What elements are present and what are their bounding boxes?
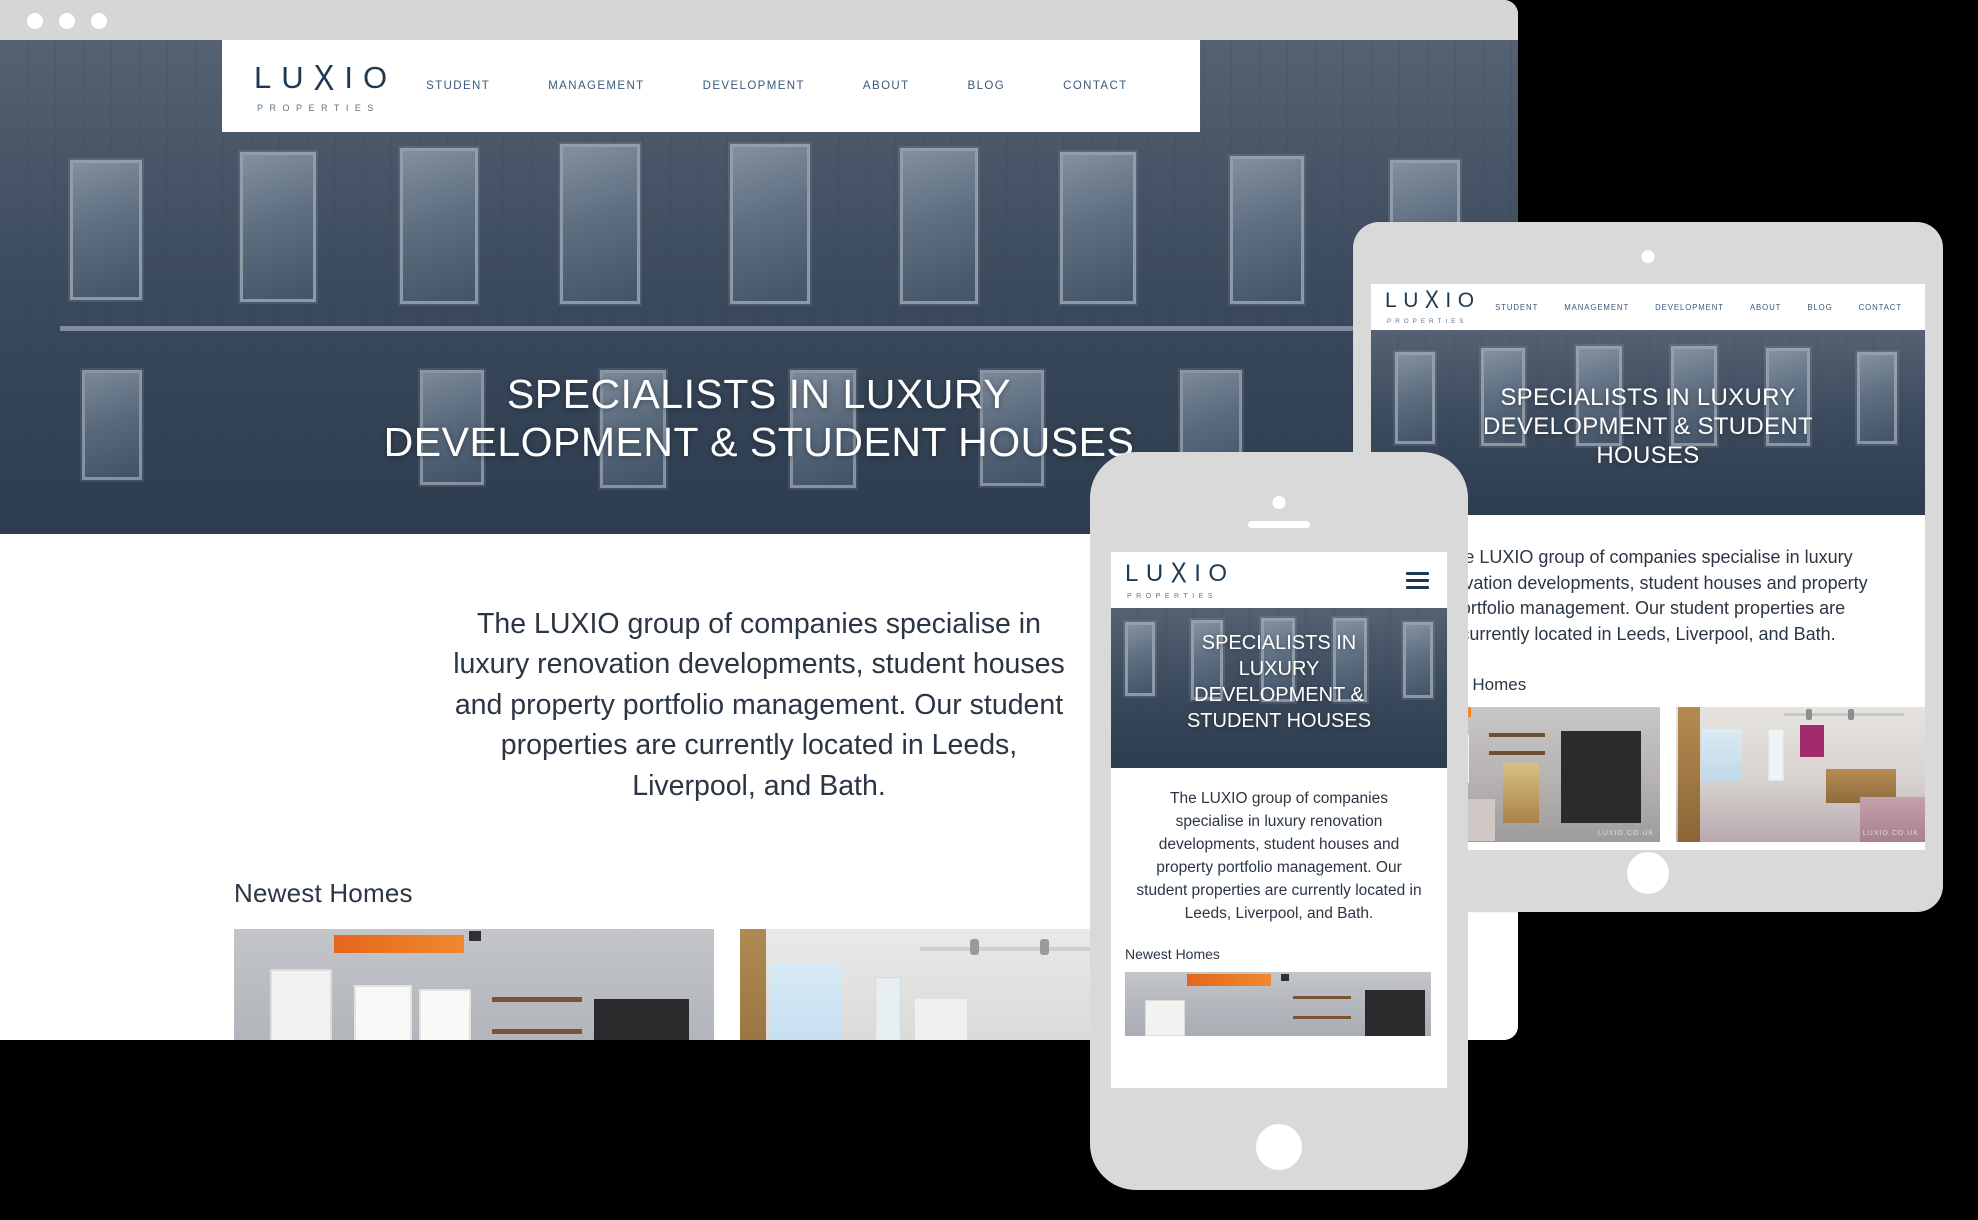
phone-camera: [1272, 496, 1286, 509]
phone-hero-headline-line-3: DEVELOPMENT &: [1194, 684, 1364, 706]
window-close-dot[interactable]: [27, 13, 43, 29]
phone-logo[interactable]: LUXIO PROPERTIES: [1125, 557, 1245, 600]
tablet-nav-item-contact[interactable]: CONTACT: [1846, 303, 1915, 312]
logo-letter-l: L: [1385, 289, 1404, 312]
tablet-main-navigation: STUDENT MANAGEMENT DEVELOPMENT ABOUT BLO…: [1482, 303, 1925, 312]
phone-intro-paragraph: The LUXIO group of companies specialise …: [1136, 790, 1422, 922]
hamburger-bar: [1406, 585, 1429, 589]
nav-item-about[interactable]: ABOUT: [834, 80, 939, 92]
logo-letter-u: U: [281, 59, 314, 95]
tablet-hero-headline: SPECIALISTS IN LUXURY DEVELOPMENT & STUD…: [1389, 384, 1907, 470]
logo-letter-o: O: [1208, 560, 1235, 587]
phone-logo-tagline: PROPERTIES: [1127, 593, 1217, 600]
image-watermark: LUXIO.CO.UK: [1862, 830, 1919, 838]
tablet-nav-item-student[interactable]: STUDENT: [1482, 303, 1551, 312]
property-card[interactable]: [234, 929, 714, 1040]
nav-item-contact[interactable]: CONTACT: [1034, 80, 1157, 92]
tablet-camera: [1641, 250, 1655, 263]
main-navigation: STUDENT MANAGEMENT DEVELOPMENT ABOUT BLO…: [397, 80, 1215, 92]
nav-item-management[interactable]: MANAGEMENT: [519, 80, 673, 92]
nav-item-blog[interactable]: BLOG: [939, 80, 1035, 92]
phone-device: LUXIO PROPERTIES SPECIALISTS IN LUXURY D…: [1090, 452, 1468, 1190]
site-header: LUXIO PROPERTIES STUDENT MANAGEMENT DEVE…: [222, 40, 1200, 132]
phone-property-card[interactable]: [1125, 971, 1431, 1036]
phone-hero-headline-line-4: STUDENT HOUSES: [1186, 710, 1372, 732]
tablet-newest-homes-card-list: LUXIO.CO.UK LUXIO.CO.UK: [1411, 707, 1925, 843]
logo-letter-x: X: [1424, 286, 1446, 314]
hamburger-icon[interactable]: [1406, 568, 1429, 593]
tablet-nav-item-development[interactable]: DEVELOPMENT: [1642, 303, 1737, 312]
screenshot-stage: LUXIO PROPERTIES STUDENT MANAGEMENT DEVE…: [0, 0, 1978, 1220]
phone-viewport: LUXIO PROPERTIES SPECIALISTS IN LUXURY D…: [1111, 552, 1447, 1088]
phone-newest-homes-section: Newest Homes: [1111, 926, 1447, 1036]
logo-wordmark: LUXIO: [254, 56, 398, 97]
logo-letter-i: I: [1445, 289, 1458, 312]
tablet-home-button[interactable]: [1627, 852, 1669, 894]
phone-hero-headline: SPECIALISTS IN LUXURY DEVELOPMENT & STUD…: [1127, 630, 1431, 734]
window-maximize-dot[interactable]: [91, 13, 107, 29]
phone-home-button[interactable]: [1256, 1124, 1302, 1170]
phone-hero-headline-line-2: LUXURY: [1238, 658, 1320, 680]
logo-letter-o: O: [1457, 289, 1481, 312]
logo[interactable]: LUXIO PROPERTIES: [254, 56, 398, 113]
tablet-nav-item-blog[interactable]: BLOG: [1794, 303, 1845, 312]
logo-letter-x: X: [313, 56, 345, 98]
tablet-logo[interactable]: LUXIO PROPERTIES: [1385, 286, 1482, 325]
phone-logo-wordmark: LUXIO: [1125, 557, 1245, 590]
tablet-property-card[interactable]: LUXIO.CO.UK: [1676, 707, 1925, 843]
hamburger-bar: [1406, 578, 1429, 582]
logo-letter-i: I: [344, 59, 363, 95]
hero-headline-line-1: SPECIALISTS IN LUXURY: [506, 371, 1012, 417]
tablet-intro-paragraph: The LUXIO group of companies specialise …: [1428, 547, 1868, 644]
logo-letter-x: X: [1170, 557, 1195, 590]
logo-letter-i: I: [1194, 560, 1209, 587]
tablet-nav-item-management[interactable]: MANAGEMENT: [1551, 303, 1642, 312]
logo-tagline: PROPERTIES: [257, 102, 380, 113]
logo-letter-u: U: [1145, 560, 1171, 587]
tablet-site-header: LUXIO PROPERTIES STUDENT MANAGEMENT DEVE…: [1371, 284, 1925, 330]
image-watermark: LUXIO.CO.UK: [1597, 830, 1654, 838]
tablet-logo-wordmark: LUXIO: [1385, 286, 1482, 314]
intro-paragraph: The LUXIO group of companies specialise …: [453, 608, 1065, 802]
hamburger-bar: [1406, 571, 1429, 575]
phone-newest-homes-title: Newest Homes: [1125, 945, 1220, 962]
phone-hero-headline-line-1: SPECIALISTS IN: [1201, 632, 1357, 654]
logo-letter-o: O: [362, 59, 398, 95]
tablet-hero-headline-line-2: DEVELOPMENT & STUDENT: [1483, 412, 1813, 440]
phone-hero-section: SPECIALISTS IN LUXURY DEVELOPMENT & STUD…: [1111, 608, 1447, 768]
tablet-hero-headline-line-3: HOUSES: [1596, 441, 1700, 469]
tablet-newest-homes-title: Newest Homes: [1411, 675, 1527, 695]
nav-item-student[interactable]: STUDENT: [397, 80, 519, 92]
phone-speaker: [1248, 521, 1310, 528]
browser-titlebar: [0, 0, 1518, 40]
phone-site-header: LUXIO PROPERTIES: [1111, 552, 1447, 608]
tablet-nav-item-about[interactable]: ABOUT: [1737, 303, 1794, 312]
window-minimize-dot[interactable]: [59, 13, 75, 29]
tablet-logo-tagline: PROPERTIES: [1387, 318, 1468, 325]
logo-letter-l: L: [254, 59, 282, 95]
logo-letter-u: U: [1403, 289, 1425, 312]
phone-intro-section: The LUXIO group of companies specialise …: [1111, 768, 1447, 926]
logo-letter-l: L: [1125, 560, 1146, 587]
nav-item-development[interactable]: DEVELOPMENT: [674, 80, 834, 92]
tablet-hero-headline-line-1: SPECIALISTS IN LUXURY: [1500, 384, 1796, 411]
